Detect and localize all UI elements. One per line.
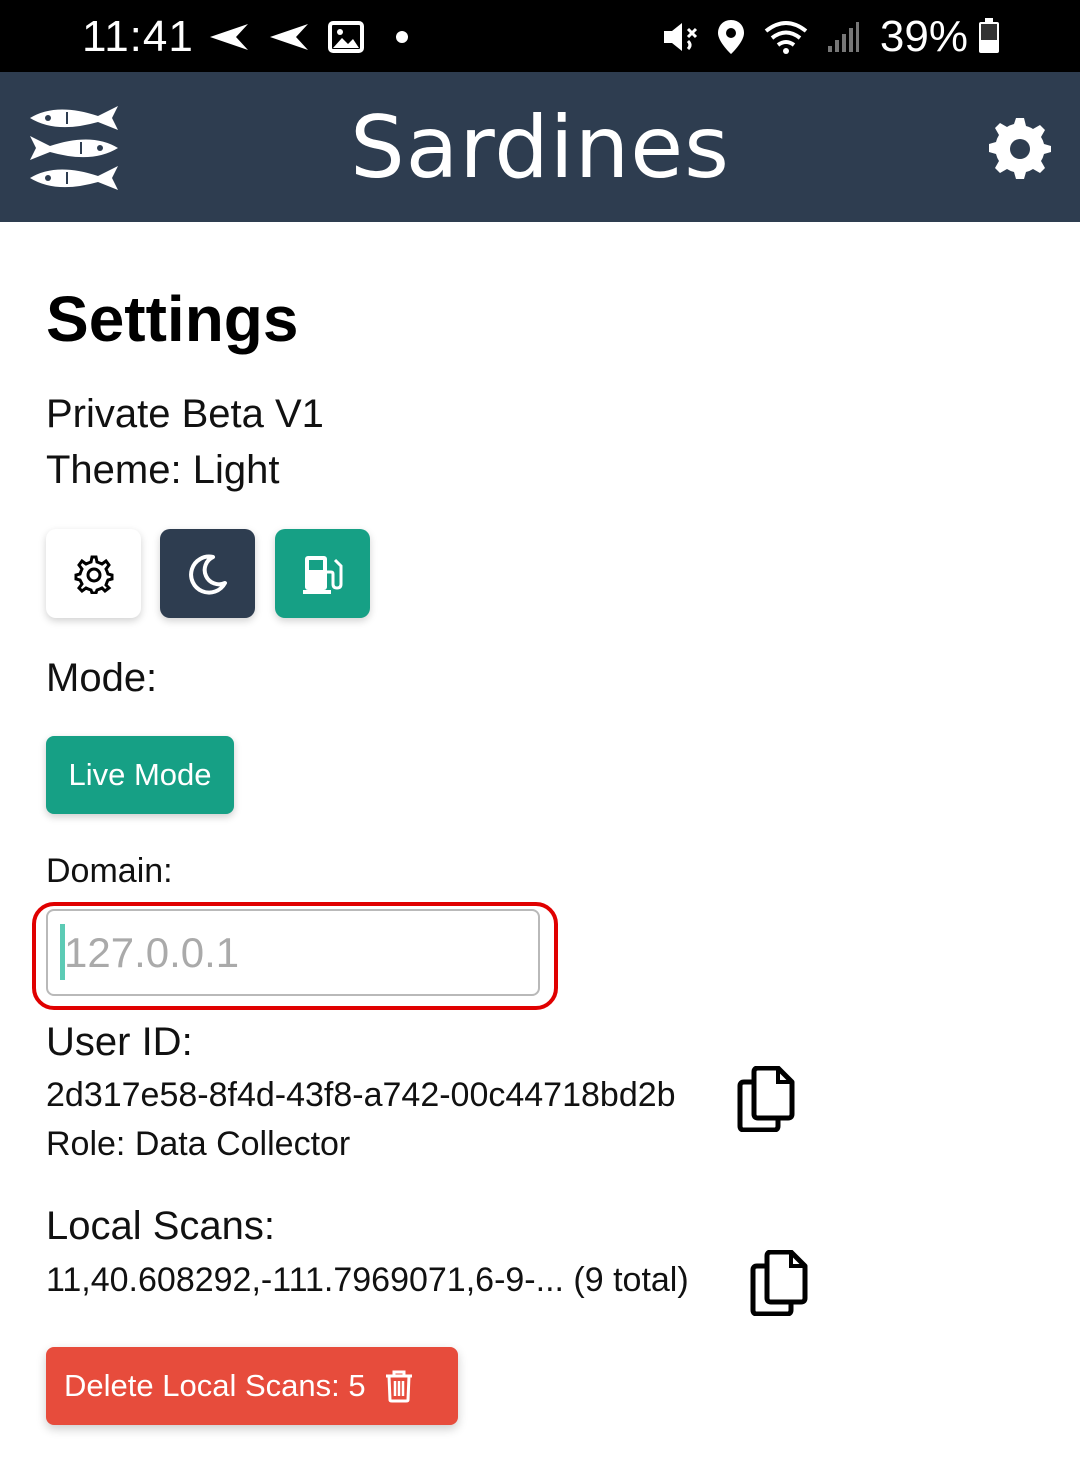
theme-text: Theme: Light	[46, 448, 280, 492]
local-scans-value: 11,40.608292,-111.7969071,6-9-... (9 tot…	[46, 1261, 689, 1299]
local-scans-label: Local Scans:	[46, 1204, 276, 1248]
mode-label: Mode:	[46, 656, 158, 700]
fuel-theme-button[interactable]	[275, 529, 370, 618]
live-mode-button[interactable]: Live Mode	[46, 736, 234, 814]
domain-input[interactable]	[46, 909, 540, 996]
notification-icons	[208, 18, 412, 56]
battery-percent: 39%	[879, 12, 968, 61]
gas-pump-icon	[302, 555, 342, 594]
domain-label: Domain:	[46, 852, 173, 890]
copy-user-id-icon[interactable]	[736, 1066, 796, 1132]
delete-button-label: Delete Local Scans: 5	[64, 1368, 366, 1403]
dot-icon	[396, 31, 408, 43]
system-icons	[660, 16, 860, 58]
signal-icon	[828, 22, 859, 52]
page-title: Settings	[46, 283, 299, 355]
dark-theme-button[interactable]	[160, 529, 255, 618]
moon-icon	[188, 554, 227, 595]
trash-icon	[385, 1370, 412, 1403]
user-id-value: 2d317e58-8f4d-43f8-a742-00c44718bd2b	[46, 1076, 676, 1114]
user-id-label: User ID:	[46, 1020, 193, 1064]
status-time: 11:41	[82, 12, 194, 61]
gear-icon	[74, 555, 113, 594]
app-header: Sardines	[0, 72, 1080, 222]
version-text: Private Beta V1	[46, 392, 324, 436]
app-title: Sardines	[350, 98, 730, 198]
send-icon	[270, 24, 308, 50]
image-icon	[328, 21, 364, 53]
mute-icon	[664, 23, 698, 51]
wifi-icon	[764, 21, 808, 54]
role-text: Role: Data Collector	[46, 1125, 351, 1163]
delete-local-scans-button[interactable]: Delete Local Scans: 5	[46, 1347, 458, 1425]
gear-icon[interactable]	[988, 116, 1052, 180]
send-icon	[210, 24, 248, 50]
battery-icon	[979, 18, 999, 53]
light-theme-button[interactable]	[46, 529, 141, 618]
location-icon	[718, 20, 744, 54]
text-cursor	[60, 924, 65, 980]
status-bar: 11:41 39%	[0, 0, 1080, 72]
copy-local-scans-icon[interactable]	[749, 1250, 809, 1316]
